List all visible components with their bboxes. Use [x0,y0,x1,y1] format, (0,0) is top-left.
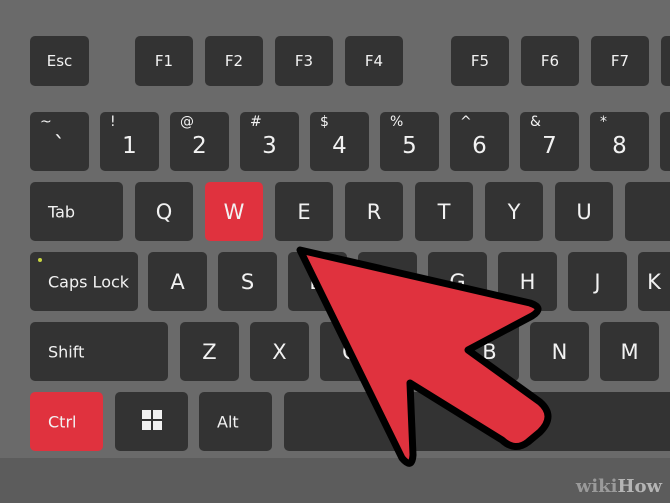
wikihow-logo: wikiHow [575,476,662,497]
cursor-arrow-icon [296,246,552,467]
